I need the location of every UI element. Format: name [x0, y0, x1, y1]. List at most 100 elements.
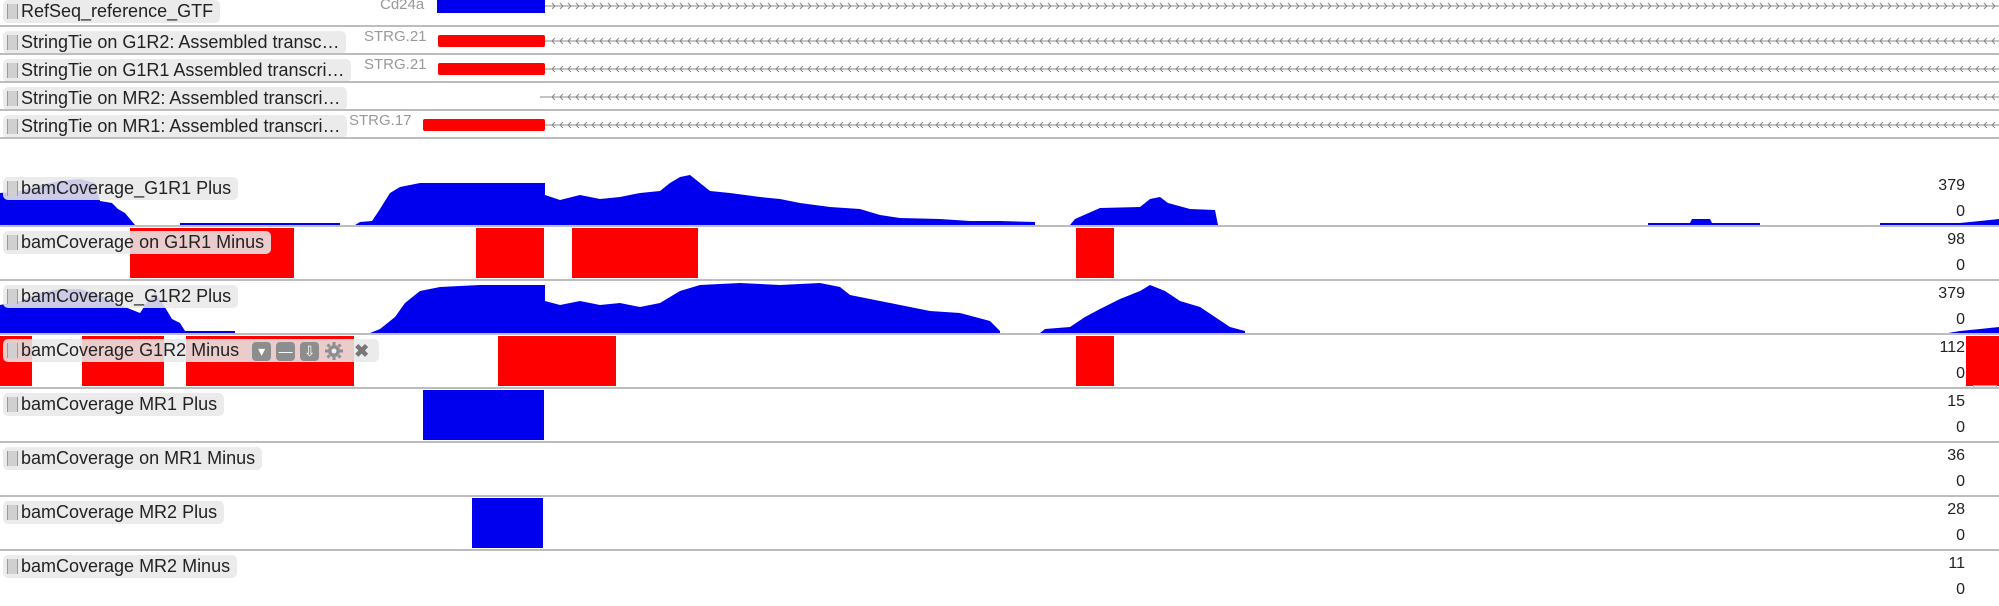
track-label[interactable]: StringTie on MR1: Assembled transcri… — [3, 115, 348, 137]
track-bamcoverage-mr1-plus[interactable]: bamCoverage MR1 Plus 15 0 — [0, 389, 1999, 443]
coverage-bar — [476, 228, 544, 278]
drag-handle-icon[interactable] — [7, 91, 18, 106]
track-label[interactable]: bamCoverage G1R2 Minus ▾ — ⇩ ✖ — [3, 339, 380, 363]
scale-min: 0 — [1956, 311, 1965, 328]
minus-icon[interactable]: — — [276, 341, 296, 361]
track-label-text: RefSeq_reference_GTF — [21, 1, 214, 21]
coverage-plot — [423, 390, 544, 440]
drag-handle-icon[interactable] — [7, 235, 18, 250]
drag-handle-icon[interactable] — [7, 63, 18, 78]
scale-min: 0 — [1956, 473, 1965, 490]
track-label-text: StringTie on G1R2: Assembled transc… — [21, 32, 340, 52]
coverage-area — [0, 283, 1999, 333]
drag-handle-icon[interactable] — [7, 397, 18, 412]
chevron-down-icon[interactable]: ▾ — [252, 341, 272, 361]
scale-max: 15 — [1947, 393, 1965, 410]
track-label-text: bamCoverage on G1R1 Minus — [21, 232, 265, 252]
scale-max: 379 — [1938, 285, 1965, 302]
track-stringtie-g1r1[interactable]: STRG.21 StringTie on G1R1 Assembled tran… — [0, 55, 1999, 83]
track-label[interactable]: RefSeq_reference_GTF — [3, 0, 221, 23]
drag-handle-icon[interactable] — [7, 505, 18, 520]
track-bamcoverage-mr2-minus[interactable]: bamCoverage MR2 Minus 11 0 — [0, 551, 1999, 606]
feature-name-cd24a: Cd24a — [380, 0, 425, 13]
track-bamcoverage-g1r2-minus[interactable]: bamCoverage G1R2 Minus ▾ — ⇩ ✖ 112 0 — [0, 335, 1999, 389]
drag-handle-icon[interactable] — [7, 343, 18, 358]
track-label[interactable]: bamCoverage on MR1 Minus — [3, 447, 263, 470]
track-label-text: bamCoverage_G1R2 Plus — [21, 286, 232, 306]
gear-icon[interactable] — [324, 341, 344, 361]
track-label[interactable]: StringTie on G1R1 Assembled transcri… — [3, 59, 352, 81]
track-bamcoverage-mr1-minus[interactable]: bamCoverage on MR1 Minus 36 0 — [0, 443, 1999, 497]
track-label[interactable]: bamCoverage on G1R1 Minus — [3, 231, 272, 254]
scale-min: 0 — [1956, 527, 1965, 544]
scale-max: 36 — [1947, 447, 1965, 464]
scale-min: 0 — [1956, 581, 1965, 598]
feature-panel: Cd24a — [380, 0, 1999, 13]
scale-max: 98 — [1947, 231, 1965, 248]
track-label-text: StringTie on MR1: Assembled transcri… — [21, 116, 341, 136]
drag-handle-icon[interactable] — [7, 119, 18, 134]
coverage-bar — [1076, 228, 1114, 278]
coverage-plot — [0, 283, 1999, 333]
coverage-plot — [472, 498, 543, 548]
track-label-text: StringTie on MR2: Assembled transcri… — [21, 88, 341, 108]
track-stringtie-g1r2[interactable]: STRG.21 StringTie on G1R2: Assembled tra… — [0, 27, 1999, 55]
coverage-area — [0, 175, 1999, 225]
track-stringtie-mr2[interactable]: StringTie on MR2: Assembled transcri… — [0, 83, 1999, 111]
track-label[interactable]: bamCoverage_G1R2 Plus — [3, 285, 239, 308]
track-bamcoverage-g1r1-minus[interactable]: bamCoverage on G1R1 Minus 98 0 — [0, 227, 1999, 281]
track-label[interactable]: bamCoverage MR2 Plus — [3, 501, 225, 524]
scale-max: 11 — [1948, 555, 1965, 572]
coverage-plot — [130, 228, 1114, 278]
drag-handle-icon[interactable] — [7, 181, 18, 196]
track-label[interactable]: bamCoverage_G1R1 Plus — [3, 177, 239, 200]
feature-block-strg-21[interactable] — [438, 63, 545, 75]
track-label[interactable]: bamCoverage MR2 Minus — [3, 555, 238, 578]
feature-block-strg-17[interactable] — [423, 119, 545, 131]
scale-min: 0 — [1956, 203, 1965, 220]
track-menu: ▾ — ⇩ ✖ — [252, 340, 369, 363]
scale-max: 112 — [1939, 339, 1965, 356]
track-label[interactable]: StringTie on G1R2: Assembled transc… — [3, 31, 347, 53]
track-label-text: bamCoverage on MR1 Minus — [21, 448, 256, 468]
track-label-text: bamCoverage MR1 Plus — [21, 394, 218, 414]
drag-handle-icon[interactable] — [7, 559, 18, 574]
scale-max: 28 — [1947, 501, 1965, 518]
track-bamcoverage-mr2-plus[interactable]: bamCoverage MR2 Plus 28 0 — [0, 497, 1999, 551]
coverage-bar — [572, 228, 698, 278]
feature-name-strg: STRG.17 — [349, 112, 412, 129]
feature-block-cd24a[interactable] — [437, 0, 545, 13]
drag-handle-icon[interactable] — [7, 451, 18, 466]
coverage-plot — [0, 443, 1999, 495]
track-label-text: StringTie on G1R1 Assembled transcri… — [21, 60, 345, 80]
track-bamcoverage-g1r1-plus[interactable]: bamCoverage_G1R1 Plus 379 0 — [0, 173, 1999, 227]
coverage-bar — [1076, 336, 1114, 386]
track-label-text: bamCoverage MR2 Plus — [21, 502, 218, 522]
drag-handle-icon[interactable] — [7, 35, 18, 50]
coverage-plot — [0, 551, 1999, 606]
download-icon[interactable]: ⇩ — [300, 341, 320, 361]
scale-min: 0 — [1956, 257, 1965, 274]
track-label[interactable]: bamCoverage MR1 Plus — [3, 393, 225, 416]
track-list: Cd24a RefSeq_reference_GTF STRG.21 Strin… — [0, 0, 1999, 606]
scale-min: 0 — [1956, 365, 1965, 382]
coverage-bar — [472, 498, 543, 548]
track-label-text: bamCoverage_G1R1 Plus — [21, 178, 232, 198]
track-label-text: bamCoverage MR2 Minus — [21, 556, 231, 576]
feature-name-strg: STRG.21 — [364, 28, 427, 45]
drag-handle-icon[interactable] — [7, 289, 18, 304]
coverage-bar — [1966, 336, 1999, 386]
drag-handle-icon[interactable] — [7, 4, 18, 19]
scale-min: 0 — [1956, 419, 1965, 436]
track-refseq-reference-gtf[interactable]: Cd24a RefSeq_reference_GTF — [0, 0, 1999, 27]
track-bamcoverage-g1r2-plus[interactable]: bamCoverage_G1R2 Plus 379 0 — [0, 281, 1999, 335]
scale-max: 379 — [1938, 177, 1965, 194]
coverage-bar — [423, 390, 544, 440]
track-label[interactable]: StringTie on MR2: Assembled transcri… — [3, 87, 348, 109]
track-label-text: bamCoverage G1R2 Minus — [21, 340, 240, 360]
coverage-plot — [0, 175, 1999, 225]
feature-name-strg: STRG.21 — [364, 56, 427, 73]
feature-block-strg-21[interactable] — [438, 35, 545, 47]
track-stringtie-mr1[interactable]: STRG.17 StringTie on MR1: Assembled tran… — [0, 111, 1999, 139]
close-icon[interactable]: ✖ — [354, 340, 369, 363]
